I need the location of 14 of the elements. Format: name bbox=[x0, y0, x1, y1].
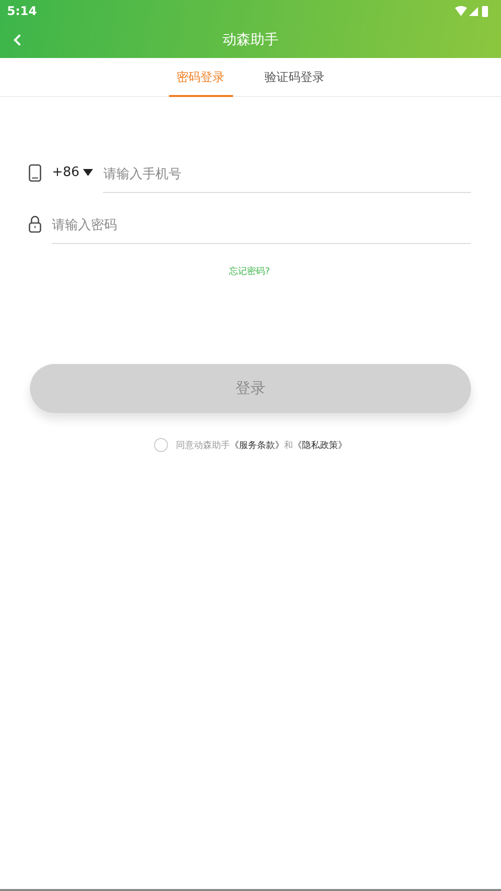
back-icon[interactable] bbox=[13, 33, 23, 47]
privacy-link[interactable]: 《隐私政策》 bbox=[293, 438, 347, 452]
status-time: 5:14 bbox=[7, 4, 37, 18]
window-title: 动森助手 bbox=[222, 31, 278, 49]
terms-link[interactable]: 《服务条款》 bbox=[230, 438, 284, 452]
phone-icon bbox=[28, 164, 42, 182]
lock-icon bbox=[28, 214, 42, 232]
agreement-text: 和 bbox=[284, 440, 293, 452]
country-code[interactable]: +86 bbox=[52, 165, 80, 180]
status-icons bbox=[455, 5, 489, 17]
login-tab[interactable]: 验证码登录 bbox=[256, 58, 332, 97]
agreement-text: 同意动森助手 bbox=[176, 440, 230, 452]
agree-checkbox[interactable] bbox=[154, 438, 168, 452]
caret-icon[interactable] bbox=[83, 169, 94, 176]
